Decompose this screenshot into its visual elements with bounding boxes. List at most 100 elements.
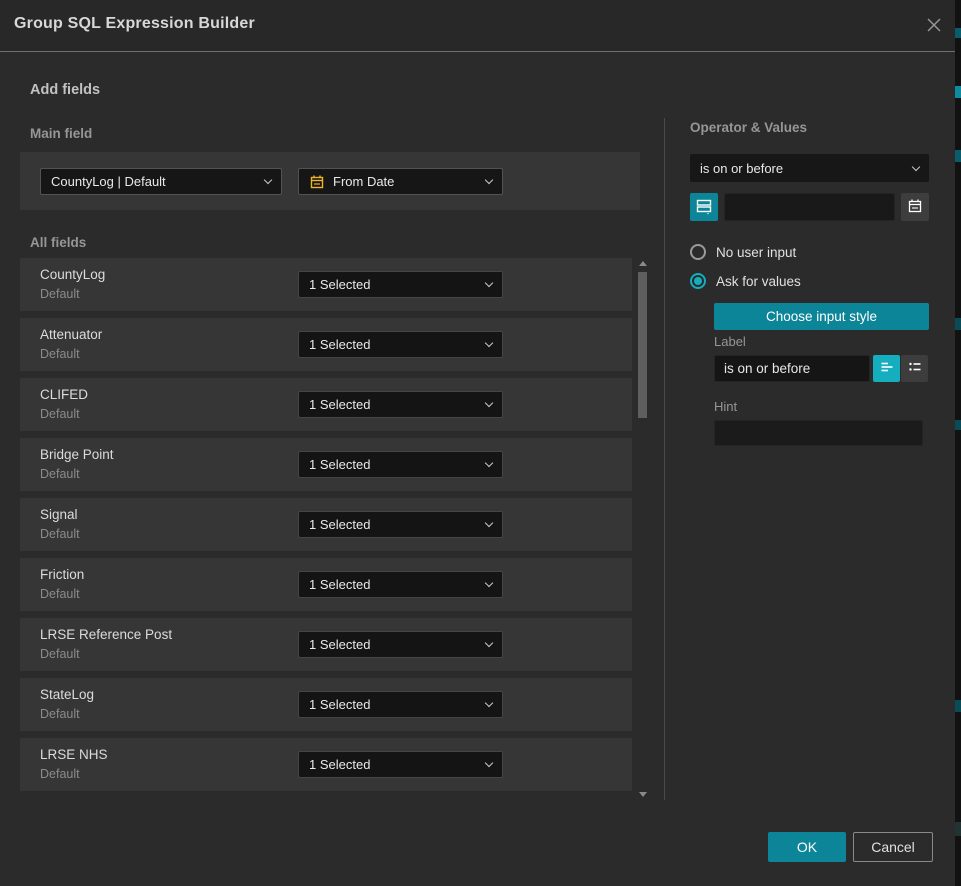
calendar-icon [309,174,325,190]
chevron-down-icon [485,176,493,184]
chevron-down-icon [485,639,493,647]
main-field-select-value: From Date [333,174,394,189]
group-sql-expression-builder-dialog: Group SQL Expression Builder Add fields … [0,0,961,886]
field-name: Signal [40,507,78,522]
label-caption: Label [714,334,746,349]
main-field-row: CountyLog | Default From Date [20,152,640,210]
chevron-down-icon [485,459,493,467]
selected-count: 1 Selected [309,517,370,532]
field-row: StateLog Default 1 Selected [20,678,632,731]
radio-ask-for-values[interactable]: Ask for values [690,273,801,289]
date-picker-button[interactable] [901,193,929,221]
radio-no-user-input[interactable]: No user input [690,244,796,260]
field-name: CLIFED [40,387,88,402]
main-layer-select[interactable]: CountyLog | Default [40,168,282,195]
selected-count: 1 Selected [309,697,370,712]
main-field-heading: Main field [30,126,92,141]
label-input[interactable] [714,355,870,382]
bulleted-list-icon [907,359,923,378]
field-values-select[interactable]: 1 Selected [298,391,503,418]
input-mode-icon [695,197,713,218]
field-name: Friction [40,567,84,582]
field-values-select[interactable]: 1 Selected [298,571,503,598]
scrollbar-up-arrow[interactable] [639,261,647,266]
chevron-down-icon [485,759,493,767]
field-values-select[interactable]: 1 Selected [298,451,503,478]
chevron-down-icon [912,162,920,170]
scrollbar-thumb[interactable] [638,272,647,418]
field-subtitle: Default [40,527,80,541]
selected-count: 1 Selected [309,337,370,352]
dialog-title: Group SQL Expression Builder [14,15,255,33]
chevron-down-icon [485,279,493,287]
close-icon [925,22,943,37]
calendar-icon [907,198,923,217]
chevron-down-icon [485,399,493,407]
chevron-down-icon [485,519,493,527]
hint-input[interactable] [714,420,923,446]
selected-count: 1 Selected [309,577,370,592]
input-mode-button[interactable] [690,193,718,221]
field-values-select[interactable]: 1 Selected [298,331,503,358]
selected-count: 1 Selected [309,397,370,412]
operator-values-heading: Operator & Values [690,120,807,135]
field-values-select[interactable]: 1 Selected [298,751,503,778]
field-row: Attenuator Default 1 Selected [20,318,632,371]
selected-count: 1 Selected [309,757,370,772]
field-name: LRSE Reference Post [40,627,172,642]
title-bar: Group SQL Expression Builder [0,0,955,52]
main-field-select[interactable]: From Date [298,168,503,195]
radio-icon [690,273,706,289]
field-subtitle: Default [40,467,80,481]
selected-count: 1 Selected [309,277,370,292]
field-subtitle: Default [40,287,80,301]
field-name: CountyLog [40,267,105,282]
field-values-select[interactable]: 1 Selected [298,691,503,718]
align-left-icon [879,359,895,378]
field-subtitle: Default [40,347,80,361]
selected-count: 1 Selected [309,637,370,652]
add-fields-heading: Add fields [30,82,100,98]
selected-count: 1 Selected [309,457,370,472]
main-layer-select-value: CountyLog | Default [51,174,166,189]
field-row: LRSE Reference Post Default 1 Selected [20,618,632,671]
field-subtitle: Default [40,767,80,781]
field-row: Signal Default 1 Selected [20,498,632,551]
single-value-style-button[interactable] [873,355,900,382]
radio-ask-for-values-label: Ask for values [716,274,801,289]
chevron-down-icon [264,176,272,184]
operator-select-value: is on or before [700,161,783,176]
field-values-select[interactable]: 1 Selected [298,511,503,538]
field-subtitle: Default [40,707,80,721]
field-row: CountyLog Default 1 Selected [20,258,632,311]
choose-input-style-button[interactable]: Choose input style [714,303,929,330]
field-values-select[interactable]: 1 Selected [298,631,503,658]
chevron-down-icon [485,699,493,707]
field-row: Bridge Point Default 1 Selected [20,438,632,491]
date-value-input[interactable] [724,193,895,221]
list-style-button[interactable] [901,355,928,382]
field-name: Attenuator [40,327,102,342]
operator-select[interactable]: is on or before [690,154,929,182]
field-subtitle: Default [40,407,80,421]
field-values-select[interactable]: 1 Selected [298,271,503,298]
field-name: StateLog [40,687,94,702]
panel-divider [664,118,665,800]
field-row: CLIFED Default 1 Selected [20,378,632,431]
hint-caption: Hint [714,399,737,414]
all-fields-heading: All fields [30,235,86,250]
field-subtitle: Default [40,587,80,601]
field-row: Friction Default 1 Selected [20,558,632,611]
radio-no-user-input-label: No user input [716,245,796,260]
chevron-down-icon [485,579,493,587]
app-edge-strip [955,0,961,886]
scrollbar-down-arrow[interactable] [639,792,647,797]
ok-button[interactable]: OK [768,832,846,862]
field-name: LRSE NHS [40,747,108,762]
radio-icon [690,244,706,260]
chevron-down-icon [485,339,493,347]
close-button[interactable] [922,14,946,38]
field-subtitle: Default [40,647,80,661]
cancel-button[interactable]: Cancel [853,832,933,862]
field-row: LRSE NHS Default 1 Selected [20,738,632,791]
